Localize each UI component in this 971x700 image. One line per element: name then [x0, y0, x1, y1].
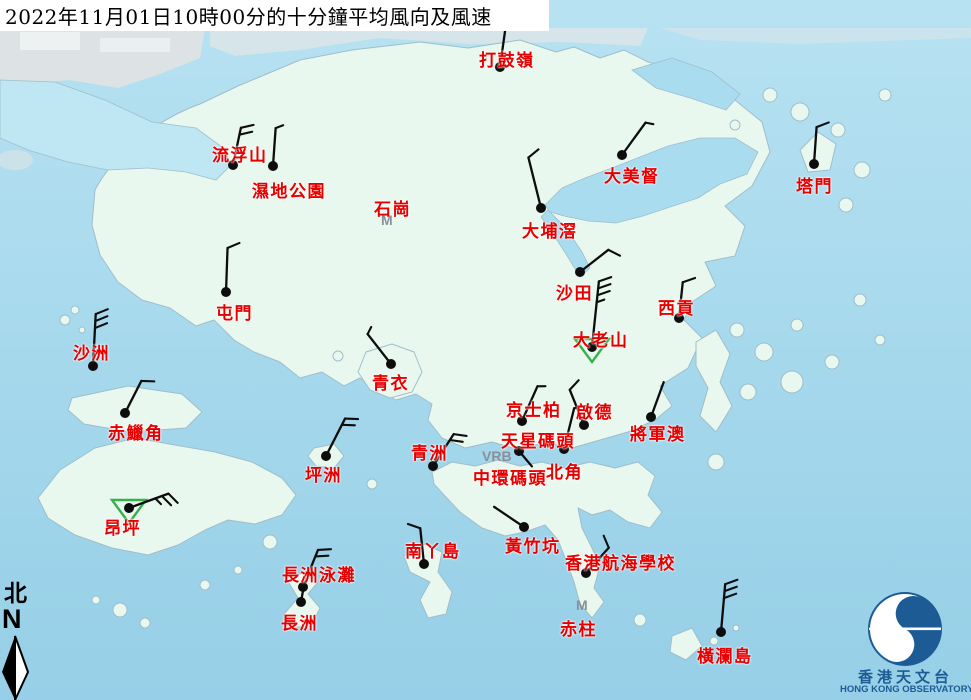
north-label-letter: N — [2, 606, 22, 633]
wind-barb-tick-icon — [646, 123, 654, 125]
station-dot-icon — [228, 160, 238, 170]
station-dot-icon — [268, 161, 278, 171]
hko-logo-name-english: HONG KONG OBSERVATORY — [840, 684, 971, 695]
station-dot-icon — [120, 408, 130, 418]
title-bar: 2022年11月01日10時00分的十分鐘平均風向及風速 — [0, 0, 549, 31]
station-dot-icon — [617, 150, 627, 160]
wind-barb-tick-icon — [315, 556, 328, 557]
station-dot-icon — [716, 627, 726, 637]
north-compass: 北 N — [0, 582, 40, 700]
station-dot-icon — [674, 313, 684, 323]
station-dot-icon — [419, 559, 429, 569]
station-dot-icon — [519, 522, 529, 532]
station-dot-icon — [579, 420, 589, 430]
wind-barb-tick-icon — [318, 549, 331, 550]
station-dot-icon — [386, 359, 396, 369]
station-dot-icon — [88, 361, 98, 371]
station-dot-icon — [124, 503, 134, 513]
station-dot-icon — [581, 568, 591, 578]
station-dot-icon — [646, 412, 656, 422]
wind-barb-shaft-icon — [226, 248, 228, 292]
station-dot-icon — [514, 446, 524, 456]
station-dot-icon — [809, 159, 819, 169]
hko-logo: 香港天文台 HONG KONG OBSERVATORY — [840, 588, 971, 700]
station-dot-icon — [559, 444, 569, 454]
station-dot-icon — [296, 597, 306, 607]
station-dot-icon — [428, 461, 438, 471]
station-dot-icon — [575, 267, 585, 277]
north-label-chinese: 北 — [4, 582, 27, 605]
station-dot-icon — [495, 62, 505, 72]
station-dot-icon — [221, 287, 231, 297]
station-dot-icon — [321, 451, 331, 461]
map-title: 2022年11月01日10時00分的十分鐘平均風向及風速 — [0, 1, 492, 30]
station-dot-icon — [587, 342, 597, 352]
station-dot-icon — [536, 203, 546, 213]
station-dot-icon — [517, 416, 527, 426]
wind-map-screenshot: 打鼓嶺流浮山濕地公園石崗M大美督塔門大埔滘屯門沙洲沙田西貢大老山青衣赤鱲角京士柏… — [0, 0, 971, 700]
hong-kong-map — [0, 0, 971, 700]
